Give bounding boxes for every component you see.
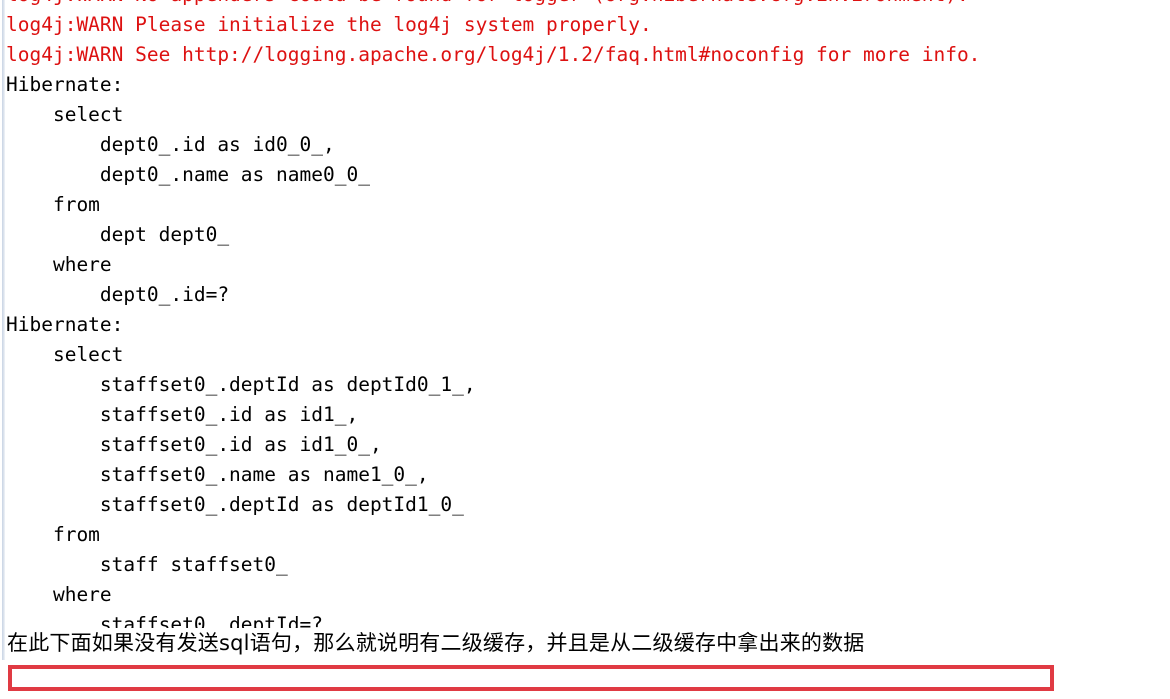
console-line: dept0_.name as name0_0_ xyxy=(6,163,370,186)
console-line: from xyxy=(6,523,100,546)
console-line: Hibernate: xyxy=(6,313,136,336)
console-output-panel[interactable]: log4j:WARN No appenders could be found f… xyxy=(0,0,1170,699)
console-gutter xyxy=(2,0,5,660)
console-line: dept0_.id=? xyxy=(6,283,230,306)
console-line: staffset0_.id as id1_, xyxy=(6,403,359,426)
console-line: select xyxy=(6,103,124,126)
console-line: staffset0_.deptId as deptId0_1_, xyxy=(6,373,476,396)
console-line: from xyxy=(6,193,100,216)
console-log-text: log4j:WARN No appenders could be found f… xyxy=(6,0,1170,640)
annotation-highlight-box xyxy=(8,665,1054,691)
console-line: dept0_.id as id0_0_, xyxy=(6,133,335,156)
console-line: staffset0_.id as id1_0_, xyxy=(6,433,382,456)
annotation-note-text: 在此下面如果没有发送sql语句，那么就说明有二级缓存，并且是从二级缓存中拿出来的… xyxy=(7,628,865,658)
console-line: staffset0_.name as name1_0_, xyxy=(6,463,429,486)
console-line: where xyxy=(6,253,112,276)
console-line: select xyxy=(6,343,124,366)
console-line: where xyxy=(6,583,112,606)
console-line: log4j:WARN See http://logging.apache.org… xyxy=(6,43,981,66)
console-line: staffset0_.deptId as deptId1_0_ xyxy=(6,493,464,516)
console-line: log4j:WARN No appenders could be found f… xyxy=(6,0,1170,10)
console-line: Hibernate: xyxy=(6,73,136,96)
console-line: log4j:WARN Please initialize the log4j s… xyxy=(6,13,652,36)
console-line: dept dept0_ xyxy=(6,223,230,246)
console-line: staff staffset0_ xyxy=(6,553,288,576)
